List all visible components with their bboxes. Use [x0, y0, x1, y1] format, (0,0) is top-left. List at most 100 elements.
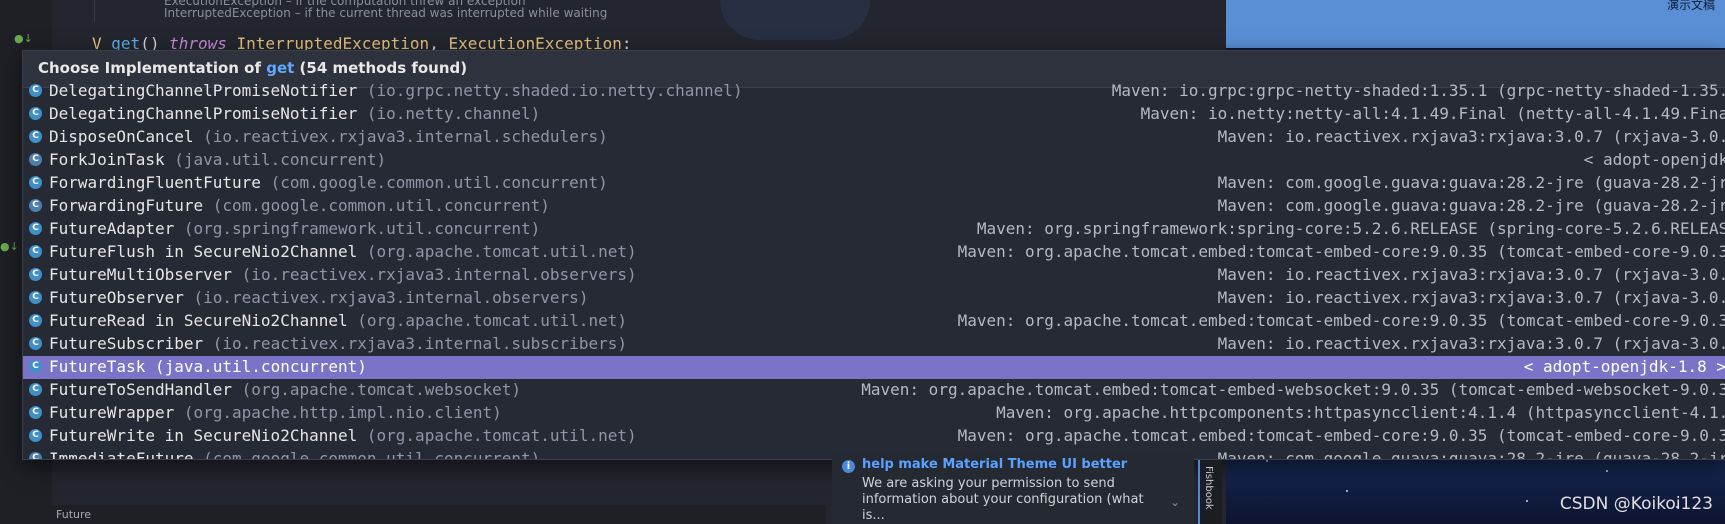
- package-name: (org.apache.tomcat.util.net): [357, 311, 627, 330]
- implementation-name: ForwardingFuture (com.google.common.util…: [49, 196, 550, 215]
- package-name: (org.apache.http.impl.nio.client): [183, 403, 502, 422]
- class-icon: C: [29, 360, 42, 373]
- class-name: ImmediateFuture: [49, 449, 194, 460]
- class-icon: C: [29, 383, 42, 396]
- class-icon: C: [29, 314, 42, 327]
- star: [1346, 490, 1348, 492]
- popup-title-method: get: [266, 59, 295, 77]
- notification-balloon[interactable]: i help make Material Theme UI better We …: [832, 453, 1194, 524]
- library-source: Maven: org.apache.httpcomponents:httpasy…: [996, 403, 1725, 422]
- implementation-row[interactable]: C FutureWrite in SecureNio2Channel (org.a…: [23, 425, 1725, 448]
- watermark: CSDN @Koikoi123: [1559, 494, 1713, 514]
- class-name: FutureObserver: [49, 288, 184, 307]
- class-icon: C: [29, 291, 42, 304]
- implementation-row[interactable]: C FutureObserver (io.reactivex.rxjava3.in…: [23, 287, 1725, 310]
- implementation-row[interactable]: C FutureAdapter (org.springframework.util…: [23, 218, 1725, 241]
- popup-title-suffix: (54 methods found): [294, 59, 468, 77]
- package-name: (java.util.concurrent): [174, 150, 387, 169]
- library-source: Maven: com.google.guava:guava:28.2-jre (…: [1217, 196, 1725, 215]
- side-tool-window-tab[interactable]: Fishbook: [1198, 460, 1222, 524]
- library-source: Maven: io.reactivex.rxjava3:rxjava:3.0.7…: [1217, 265, 1725, 284]
- implementation-row[interactable]: C FutureWrapper (org.apache.http.impl.nio…: [23, 402, 1725, 425]
- popup-title: Choose Implementation of get (54 methods…: [38, 59, 467, 77]
- implementation-list[interactable]: C DelegatingChannelPromiseNotifier (io.gr…: [23, 80, 1725, 460]
- class-name: FutureAdapter: [49, 219, 175, 238]
- implementation-row[interactable]: C ForwardingFluentFuture (com.google.comm…: [23, 172, 1725, 195]
- abstract-class-icon: C: [29, 153, 42, 166]
- notification-body: We are asking your permission to send in…: [862, 476, 1144, 523]
- implementation-row[interactable]: C DelegatingChannelPromiseNotifier (io.ne…: [23, 103, 1725, 126]
- choose-implementation-popup[interactable]: Choose Implementation of get (54 methods…: [22, 50, 1725, 460]
- implementation-name: DisposeOnCancel (io.reactivex.rxjava3.in…: [49, 127, 608, 146]
- override-gutter-icon[interactable]: ●↓: [0, 240, 19, 253]
- implementation-row[interactable]: C FutureToSendHandler (org.apache.tomcat.…: [23, 379, 1725, 402]
- class-name: ForwardingFuture: [49, 196, 204, 215]
- library-source: Maven: org.apache.tomcat.embed:tomcat-em…: [957, 311, 1725, 330]
- implementation-row[interactable]: C ForkJoinTask (java.util.concurrent) < ad…: [23, 149, 1725, 172]
- class-icon: C: [29, 176, 42, 189]
- package-name: (com.google.common.util.concurrent): [270, 173, 608, 192]
- implementation-name: FutureSubscriber (io.reactivex.rxjava3.i…: [49, 334, 627, 353]
- class-name: DelegatingChannelPromiseNotifier: [49, 104, 358, 123]
- star: [1606, 470, 1608, 472]
- library-source: < adopt-openjdk-1.8 >: [1583, 150, 1725, 169]
- chevron-down-icon[interactable]: ⌄: [1170, 495, 1180, 509]
- library-source: Maven: io.reactivex.rxjava3:rxjava:3.0.7…: [1217, 288, 1725, 307]
- library-source: Maven: org.apache.tomcat.embed:tomcat-em…: [861, 380, 1725, 399]
- implementation-name: DelegatingChannelPromiseNotifier (io.net…: [49, 104, 540, 123]
- package-name: (org.apache.tomcat.util.net): [366, 426, 637, 445]
- implementation-name: FutureMultiObserver (io.reactivex.rxjava…: [49, 265, 637, 284]
- library-source: < adopt-openjdk-1.8 >: [1523, 357, 1725, 376]
- class-icon: C: [29, 222, 42, 235]
- package-name: (io.reactivex.rxjava3.internal.subscribe…: [212, 334, 627, 353]
- library-source: Maven: com.google.guava:guava:28.2-jre (…: [1217, 449, 1725, 460]
- implementation-row[interactable]: C FutureMultiObserver (io.reactivex.rxjav…: [23, 264, 1725, 287]
- implementation-row[interactable]: C FutureTask (java.util.concurrent) < adop…: [23, 356, 1725, 379]
- implementation-name: FutureRead in SecureNio2Channel (org.apa…: [49, 311, 627, 330]
- package-name: (io.reactivex.rxjava3.internal.observers…: [193, 288, 589, 307]
- package-name: (java.util.concurrent): [154, 357, 367, 376]
- class-name: FutureSubscriber: [49, 334, 204, 353]
- library-source: Maven: io.reactivex.rxjava3:rxjava:3.0.7…: [1217, 127, 1725, 146]
- class-icon: C: [29, 406, 42, 419]
- implementation-row[interactable]: C DelegatingChannelPromiseNotifier (io.gr…: [23, 80, 1725, 103]
- class-icon: C: [29, 84, 42, 97]
- package-name: (com.google.common.util.concurrent): [212, 196, 550, 215]
- status-bar: Future: [0, 505, 826, 524]
- notification-title[interactable]: help make Material Theme UI better: [862, 457, 1127, 472]
- star: [1266, 460, 1268, 462]
- implementation-name: FutureWrapper (org.apache.http.impl.nio.…: [49, 403, 502, 422]
- package-name: (org.apache.tomcat.util.net): [366, 242, 637, 261]
- status-text: Future: [56, 508, 92, 521]
- implementation-name: FutureAdapter (org.springframework.util.…: [49, 219, 540, 238]
- implementation-row[interactable]: C FutureSubscriber (io.reactivex.rxjava3.…: [23, 333, 1725, 356]
- implementation-name: ForwardingFluentFuture (com.google.commo…: [49, 173, 608, 192]
- star: [1526, 500, 1528, 502]
- implementation-name: FutureFlush in SecureNio2Channel (org.ap…: [49, 242, 637, 261]
- package-name: (org.springframework.util.concurrent): [183, 219, 541, 238]
- class-name: FutureRead in SecureNio2Channel: [49, 311, 348, 330]
- preview-title: 演示文稿: [1666, 0, 1715, 12]
- library-source: Maven: org.springframework:spring-core:5…: [976, 219, 1725, 238]
- implementation-row[interactable]: C FutureRead in SecureNio2Channel (org.ap…: [23, 310, 1725, 333]
- package-name: (io.grpc.netty.shaded.io.netty.channel): [366, 81, 743, 100]
- implementation-name: FutureToSendHandler (org.apache.tomcat.w…: [49, 380, 521, 399]
- implementation-row[interactable]: C ForwardingFuture (com.google.common.uti…: [23, 195, 1725, 218]
- side-tab-label: Fishbook: [1203, 466, 1214, 510]
- class-name: FutureFlush in SecureNio2Channel: [49, 242, 358, 261]
- class-icon: C: [29, 429, 42, 442]
- class-name: ForwardingFluentFuture: [49, 173, 261, 192]
- library-source: Maven: io.reactivex.rxjava3:rxjava:3.0.7…: [1217, 334, 1725, 353]
- implementation-gutter-icon[interactable]: ●↓: [14, 32, 33, 45]
- implementation-name: DelegatingChannelPromiseNotifier (io.grp…: [49, 81, 743, 100]
- implementation-name: ForkJoinTask (java.util.concurrent): [49, 150, 386, 169]
- implementation-row[interactable]: C FutureFlush in SecureNio2Channel (org.a…: [23, 241, 1725, 264]
- class-name: FutureWrapper: [49, 403, 175, 422]
- implementation-row[interactable]: C DisposeOnCancel (io.reactivex.rxjava3.i…: [23, 126, 1725, 149]
- library-source: Maven: io.grpc:grpc-netty-shaded:1.35.1 …: [1111, 81, 1725, 100]
- doc-comment-line: InterruptedException – if the current th…: [164, 6, 608, 20]
- package-name: (io.reactivex.rxjava3.internal.scheduler…: [203, 127, 608, 146]
- info-icon: i: [842, 460, 855, 473]
- preview-slide-area: 演示文稿: [1226, 0, 1725, 48]
- abstract-class-icon: C: [29, 452, 42, 459]
